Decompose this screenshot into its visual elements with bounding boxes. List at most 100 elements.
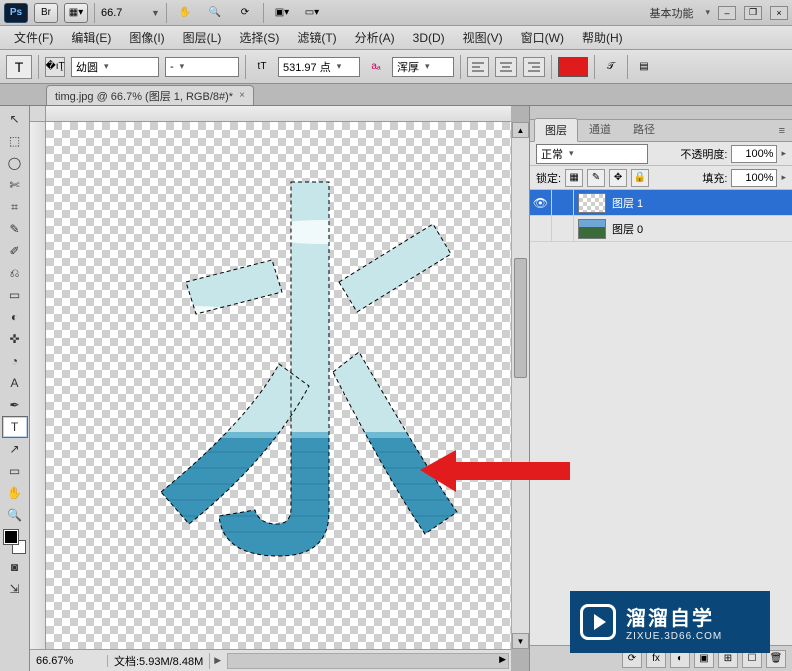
font-family-combo[interactable]: 幼圆	[71, 57, 159, 77]
scroll-up-button[interactable]: ▲	[512, 122, 529, 138]
align-right-button[interactable]	[523, 57, 545, 77]
close-button[interactable]: ×	[770, 6, 788, 20]
link-column[interactable]	[552, 190, 574, 215]
menu-view[interactable]: 视图(V)	[455, 27, 511, 48]
font-style-combo[interactable]: -	[165, 57, 239, 77]
warp-text-icon[interactable]: 𝒯	[601, 57, 621, 77]
character-panel-icon[interactable]: ▤	[634, 57, 654, 77]
menu-filter[interactable]: 滤镜(T)	[289, 27, 344, 48]
screenmode-icon[interactable]: ▭▾	[300, 3, 324, 23]
chevron-right-icon[interactable]: ▶	[210, 655, 225, 666]
tool-blur[interactable]: A	[2, 372, 28, 394]
tab-paths[interactable]: 路径	[622, 117, 666, 141]
tool-type[interactable]: T	[2, 416, 28, 438]
lock-transparent-icon[interactable]: ▦	[565, 169, 583, 187]
menu-3d[interactable]: 3D(D)	[405, 29, 453, 47]
tab-channels[interactable]: 通道	[578, 117, 622, 141]
scroll-down-button[interactable]: ▼	[512, 633, 529, 649]
lock-all-icon[interactable]: 🔒	[631, 169, 649, 187]
tool-healing[interactable]: ✐	[2, 240, 28, 262]
chevron-down-icon[interactable]: ▾	[705, 7, 710, 18]
fill-input[interactable]	[731, 169, 777, 187]
chevron-right-icon[interactable]: ▸	[781, 148, 786, 159]
scroll-right-button[interactable]: ▶	[499, 654, 506, 665]
tool-shape[interactable]: ▭	[2, 460, 28, 482]
tool-quickselect[interactable]: ✄	[2, 174, 28, 196]
color-swatches[interactable]	[2, 528, 28, 556]
menu-layer[interactable]: 图层(L)	[175, 27, 230, 48]
scrollbar-vertical[interactable]: ▲ ▼	[511, 122, 529, 649]
layer-thumb[interactable]	[578, 193, 606, 213]
layer-name[interactable]: 图层 1	[610, 195, 643, 211]
tool-brush[interactable]: ⎌	[2, 262, 28, 284]
menu-select[interactable]: 选择(S)	[231, 27, 287, 48]
tool-move[interactable]: ↖	[2, 108, 28, 130]
opacity-input[interactable]	[731, 145, 777, 163]
tab-layers[interactable]: 图层	[534, 118, 578, 142]
panel-menu-icon[interactable]: ≡	[772, 121, 792, 141]
layer-row[interactable]: 图层 0	[530, 216, 792, 242]
text-color-swatch[interactable]	[558, 57, 588, 77]
tool-gradient[interactable]: ◔	[2, 350, 28, 372]
tool-stamp[interactable]: ▭	[2, 284, 28, 306]
screenmode-toggle-icon[interactable]: ⇲	[2, 578, 28, 600]
menu-image[interactable]: 图像(I)	[121, 27, 172, 48]
tool-zoom[interactable]: 🔍	[2, 504, 28, 526]
hand-icon[interactable]: ✋	[173, 3, 197, 23]
minimize-button[interactable]: –	[718, 6, 736, 20]
tool-hand[interactable]: ✋	[2, 482, 28, 504]
align-left-button[interactable]	[467, 57, 489, 77]
scroll-thumb-h[interactable]	[228, 654, 508, 668]
tool-pen[interactable]: ✒	[2, 394, 28, 416]
zoom-icon[interactable]: 🔍	[203, 3, 227, 23]
scroll-thumb[interactable]	[514, 258, 527, 378]
quickmask-icon[interactable]: ◙	[2, 556, 28, 578]
foreground-color-swatch[interactable]	[4, 530, 18, 544]
visibility-icon[interactable]: 👁	[530, 190, 552, 215]
status-zoom[interactable]: 66.67%	[30, 655, 108, 667]
rotate-view-icon[interactable]: ⟳	[233, 3, 257, 23]
restore-button[interactable]: ❐	[744, 6, 762, 20]
close-icon[interactable]: ×	[239, 90, 245, 101]
lock-position-icon[interactable]: ✥	[609, 169, 627, 187]
tool-history[interactable]: ◐	[2, 306, 28, 328]
status-docinfo[interactable]: 文档:5.93M/8.48M	[108, 653, 210, 669]
ruler-vertical[interactable]	[30, 122, 46, 649]
zoom-display[interactable]: 66.7	[101, 7, 145, 19]
menu-help[interactable]: 帮助(H)	[574, 27, 631, 48]
arrange-docs-icon[interactable]: ▣▾	[270, 3, 294, 23]
layer-thumb[interactable]	[578, 219, 606, 239]
bridge-icon[interactable]: Br	[34, 3, 58, 23]
menu-window[interactable]: 窗口(W)	[513, 27, 572, 48]
ps-app-icon[interactable]: Ps	[4, 3, 28, 23]
text-orientation-icon[interactable]: �ıŢ	[45, 57, 65, 77]
active-tool-icon[interactable]: T	[6, 55, 32, 79]
document-canvas[interactable]	[46, 122, 511, 649]
font-size-combo[interactable]: 531.97 点	[278, 57, 360, 77]
document-tab[interactable]: timg.jpg @ 66.7% (图层 1, RGB/8#)* ×	[46, 85, 254, 105]
visibility-icon[interactable]	[530, 216, 552, 241]
tool-marquee[interactable]: ⬚	[2, 130, 28, 152]
minibridge-icon[interactable]: ▦▾	[64, 3, 88, 23]
chevron-right-icon[interactable]: ▸	[781, 172, 786, 183]
tool-path[interactable]: ↗	[2, 438, 28, 460]
antialias-combo[interactable]: 浑厚	[392, 57, 454, 77]
ruler-horizontal[interactable]	[46, 106, 511, 122]
chevron-down-icon[interactable]: ▼	[151, 8, 160, 18]
menu-analysis[interactable]: 分析(A)	[347, 27, 403, 48]
tool-eyedropper[interactable]: ✎	[2, 218, 28, 240]
tool-eraser[interactable]: ✜	[2, 328, 28, 350]
menu-file[interactable]: 文件(F)	[6, 27, 61, 48]
tool-lasso[interactable]: ◯	[2, 152, 28, 174]
align-center-button[interactable]	[495, 57, 517, 77]
lock-pixels-icon[interactable]: ✎	[587, 169, 605, 187]
layer-name[interactable]: 图层 0	[610, 221, 643, 237]
link-column[interactable]	[552, 216, 574, 241]
scrollbar-horizontal[interactable]: ◀▶	[227, 653, 509, 669]
layer-row[interactable]: 👁 图层 1	[530, 190, 792, 216]
tool-crop[interactable]: ⌗	[2, 196, 28, 218]
blend-mode-combo[interactable]: 正常	[536, 144, 648, 164]
scroll-track[interactable]	[512, 138, 529, 633]
workspace-switcher[interactable]: 基本功能	[643, 5, 699, 21]
menu-edit[interactable]: 编辑(E)	[63, 27, 119, 48]
